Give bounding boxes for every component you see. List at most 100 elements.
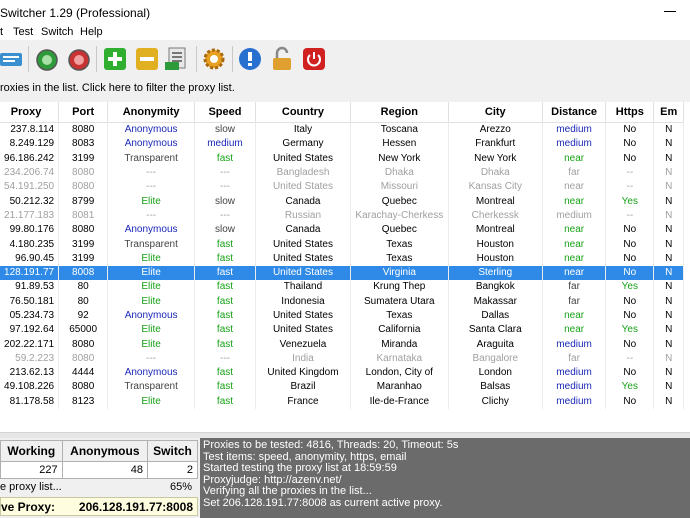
stop-test-icon: [68, 49, 90, 71]
distance-cell: far: [542, 294, 607, 309]
country-cell: Indonesia: [255, 294, 352, 309]
filter-bar[interactable]: roxies in the list. Click here to filter…: [0, 78, 690, 100]
column-header-region[interactable]: Region: [350, 102, 449, 123]
table-row[interactable]: 202.22.171 8080 Elite fast Venezuela Miranda A…: [0, 337, 684, 352]
email-cell: N: [653, 151, 684, 166]
table-row[interactable]: 4.180.235 3199 Transparent fast United State…: [0, 237, 684, 252]
table-row[interactable]: 21.177.183 8081 --- --- Russian Karachay-Cher…: [0, 208, 684, 224]
start-test-button[interactable]: [34, 46, 60, 72]
https-cell: --: [605, 351, 655, 367]
menu-item-file[interactable]: t: [0, 26, 3, 38]
city-cell: Balsas: [448, 380, 543, 395]
email-cell: N: [653, 294, 684, 309]
email-cell: N: [653, 394, 684, 409]
proxy-table: Proxy Port Anonymity Speed Country Regio…: [0, 102, 684, 409]
speed-cell: medium: [194, 137, 256, 152]
speed-cell: fast: [194, 394, 256, 409]
region-cell: Missouri: [350, 180, 449, 195]
column-header-speed[interactable]: Speed: [194, 102, 256, 123]
country-cell: Canada: [255, 223, 352, 238]
https-cell: --: [605, 180, 655, 195]
column-header-anonymity[interactable]: Anonymity: [107, 102, 195, 123]
column-header-country[interactable]: Country: [255, 102, 352, 123]
add-proxy-icon: [104, 48, 126, 70]
proxy-cell: 21.177.183: [0, 208, 60, 224]
port-cell: 8799: [58, 194, 109, 209]
distance-cell: far: [542, 165, 607, 181]
table-row[interactable]: 76.50.181 80 Elite fast Indonesia Sumatera Ut…: [0, 294, 684, 309]
region-cell: Quebec: [350, 223, 449, 238]
proxy-cell: 76.50.181: [0, 294, 60, 309]
stats-value-anonymous: 48: [61, 461, 149, 479]
table-row[interactable]: 59.2.223 8080 --- --- India Karnataka Bangalor…: [0, 351, 684, 367]
stats-header-anonymous: Anonymous: [61, 440, 149, 462]
menu-item-switch[interactable]: Switch: [41, 26, 73, 38]
table-row-selected[interactable]: 128.191.77 8008 Elite fast United States Virg…: [0, 265, 684, 281]
city-cell: Montreal: [448, 223, 543, 238]
speed-cell: fast: [194, 237, 256, 252]
table-row[interactable]: 96.90.45 3199 Elite fast United States Texas H…: [0, 251, 684, 266]
table-row[interactable]: 96.186.242 3199 Transparent fast United Stat…: [0, 151, 684, 166]
city-cell: Clichy: [448, 394, 543, 409]
table-row[interactable]: 91.89.53 80 Elite fast Thailand Krung Thep Ban…: [0, 280, 684, 295]
region-cell: Miranda: [350, 337, 449, 352]
distance-cell: near: [542, 223, 607, 238]
remove-proxy-button[interactable]: [134, 46, 160, 72]
add-proxy-button[interactable]: [102, 46, 128, 72]
settings-button[interactable]: [201, 46, 227, 72]
country-cell: United States: [255, 180, 352, 195]
table-row[interactable]: 05.234.73 92 Anonymous fast United States Tex…: [0, 308, 684, 324]
https-cell: No: [605, 137, 655, 152]
port-cell: 65000: [58, 323, 109, 338]
table-row[interactable]: 54.191.250 8080 --- --- United States Missour…: [0, 180, 684, 195]
menu-item-help[interactable]: Help: [80, 26, 103, 38]
import-list-button[interactable]: [0, 46, 26, 72]
table-row[interactable]: 81.178.58 8123 Elite fast France Ile-de-Franc…: [0, 394, 684, 409]
distance-cell: near: [542, 237, 607, 252]
speed-cell: fast: [194, 308, 256, 324]
distance-cell: medium: [542, 208, 607, 224]
menu-item-test[interactable]: Test: [13, 26, 33, 38]
country-cell: United States: [255, 237, 352, 252]
column-header-proxy[interactable]: Proxy: [0, 102, 60, 123]
table-row[interactable]: 50.212.32 8799 Elite slow Canada Quebec Montre…: [0, 194, 684, 209]
table-row[interactable]: 8.249.129 8083 Anonymous medium Germany Hesse…: [0, 137, 684, 152]
table-row[interactable]: 213.62.13 4444 Anonymous fast United Kingdom…: [0, 366, 684, 381]
proxy-grid[interactable]: Proxy Port Anonymity Speed Country Regio…: [0, 102, 690, 432]
table-row[interactable]: 99.80.176 8080 Anonymous slow Canada Quebec Mo…: [0, 223, 684, 238]
minimize-button[interactable]: [664, 4, 678, 18]
filter-bar-text[interactable]: roxies in the list. Click here to filter…: [0, 82, 235, 94]
city-cell: Kansas City: [448, 180, 543, 195]
distance-cell: near: [542, 251, 607, 266]
unlock-button[interactable]: [269, 46, 295, 72]
anonymity-cell: Elite: [107, 251, 195, 266]
speed-cell: fast: [194, 251, 256, 266]
column-header-city[interactable]: City: [448, 102, 543, 123]
https-cell: Yes: [605, 280, 655, 295]
export-list-button[interactable]: [165, 46, 191, 72]
settings-gear-icon: [203, 48, 225, 70]
table-row[interactable]: 237.8.114 8080 Anonymous slow Italy Toscana Ar…: [0, 122, 684, 138]
email-cell: N: [653, 366, 684, 381]
proxy-cell: 213.62.13: [0, 366, 60, 381]
https-cell: No: [605, 251, 655, 266]
column-header-https[interactable]: Https: [605, 102, 655, 123]
region-cell: Virginia: [350, 265, 449, 281]
table-row[interactable]: 97.192.64 65000 Elite fast United States Cali…: [0, 323, 684, 338]
column-header-email[interactable]: Em: [653, 102, 684, 123]
column-header-distance[interactable]: Distance: [542, 102, 607, 123]
country-cell: Canada: [255, 194, 352, 209]
info-button[interactable]: [237, 46, 263, 72]
table-row[interactable]: 234.206.74 8080 --- --- Bangladesh Dhaka Dhaka…: [0, 165, 684, 181]
stop-test-button[interactable]: [66, 46, 92, 72]
anonymity-cell: Transparent: [107, 380, 195, 395]
table-row[interactable]: 49.108.226 8080 Transparent fast Brazil Maran…: [0, 380, 684, 395]
region-cell: Sumatera Utara: [350, 294, 449, 309]
port-cell: 8080: [58, 165, 109, 181]
country-cell: United States: [255, 308, 352, 324]
power-button[interactable]: [301, 46, 327, 72]
progress-label: e proxy list...: [0, 481, 62, 493]
column-header-port[interactable]: Port: [58, 102, 109, 123]
country-cell: Bangladesh: [255, 165, 352, 181]
https-cell: Yes: [605, 380, 655, 395]
